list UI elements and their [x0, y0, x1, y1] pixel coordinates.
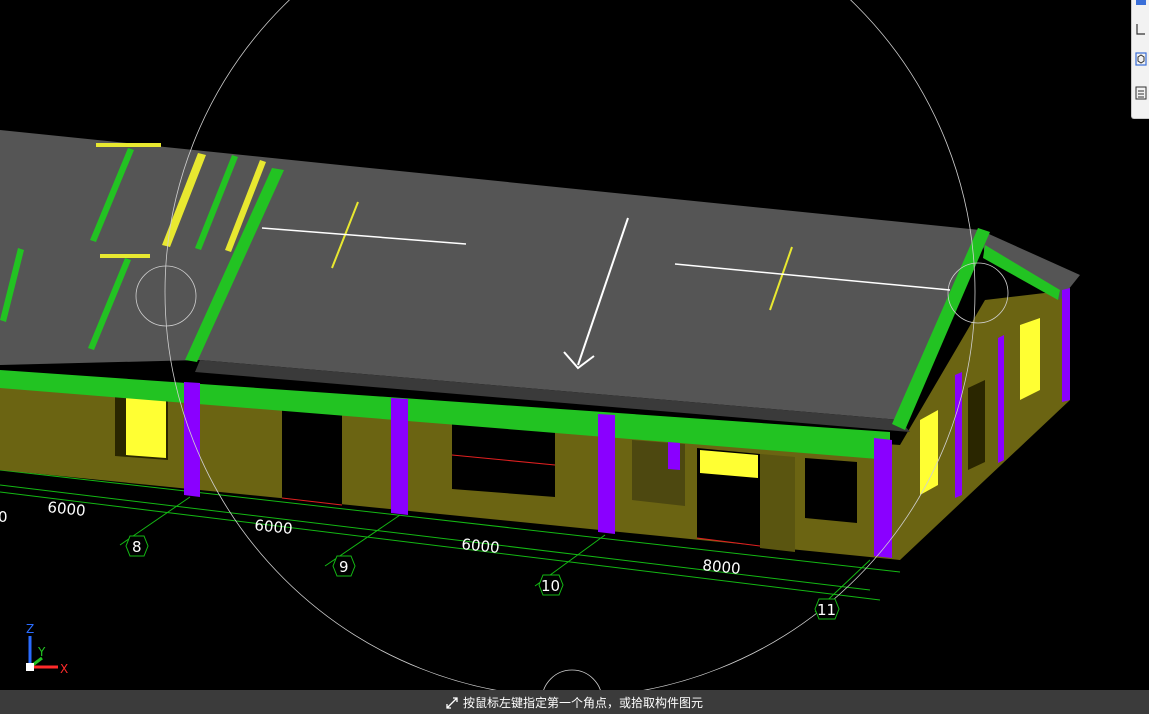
window-select-icon[interactable]: [1135, 22, 1147, 36]
svg-text:11: 11: [817, 601, 836, 619]
axis-bubble-9: 9: [332, 555, 356, 577]
dimension-partial: 0: [0, 508, 8, 526]
dimension-label: 6000: [254, 516, 294, 538]
select-icon[interactable]: [1135, 0, 1147, 14]
axis-bubble-11: 11: [814, 598, 840, 620]
dimension-label: 8000: [702, 556, 742, 578]
dimension-label: 6000: [47, 498, 87, 520]
axis-bubble-8: 8: [125, 535, 149, 557]
axis-triad-icon: Z Y X: [26, 622, 68, 676]
svg-text:9: 9: [339, 558, 349, 576]
view-toolbar: [1131, 0, 1149, 119]
svg-text:8: 8: [132, 538, 142, 556]
axis-bubble-10: 10: [538, 574, 564, 596]
svg-text:10: 10: [541, 577, 560, 595]
triad-x-label: X: [60, 662, 68, 676]
3d-viewport[interactable]: 0 6000 6000 6000 8000 8 9 10 11: [0, 0, 1149, 690]
triad-y-label: Y: [37, 645, 46, 659]
model-canvas[interactable]: 0 6000 6000 6000 8000 8 9 10 11: [0, 0, 1149, 690]
status-message: 按鼠标左键指定第一个角点，或拾取构件图元: [463, 696, 704, 710]
3d-view-icon[interactable]: [1135, 52, 1147, 66]
triad-z-label: Z: [26, 622, 34, 636]
dimension-label: 6000: [461, 535, 501, 557]
cursor-arrow-icon: [446, 696, 458, 709]
properties-icon[interactable]: [1135, 86, 1147, 100]
status-bar: 按鼠标左键指定第一个角点，或拾取构件图元: [0, 690, 1149, 714]
